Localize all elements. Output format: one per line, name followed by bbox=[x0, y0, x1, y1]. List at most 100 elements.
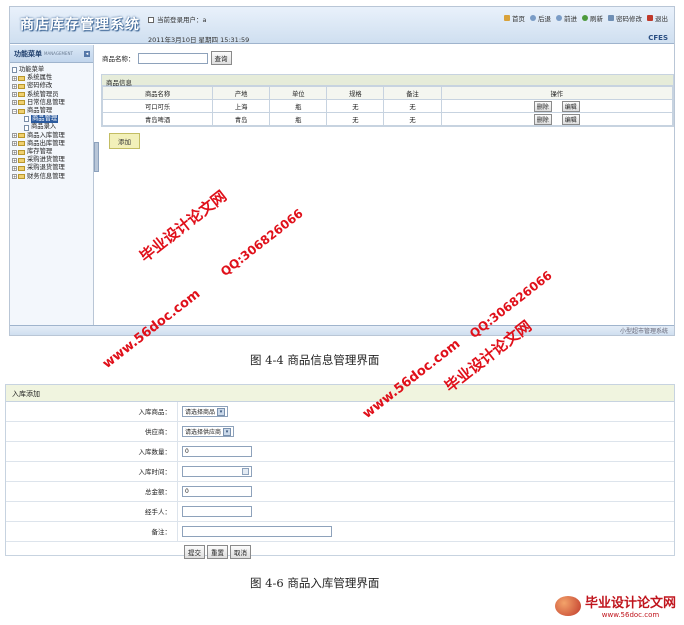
add-product-button[interactable]: 添加 bbox=[109, 133, 140, 149]
menu-item-password[interactable]: + 密码修改 bbox=[12, 82, 93, 90]
expand-icon: + bbox=[12, 75, 17, 81]
folder-open-icon bbox=[18, 108, 25, 114]
tree-root-label: 功能菜单 bbox=[19, 66, 45, 73]
product-select-value: 请选择商品 bbox=[185, 409, 216, 416]
form-title: 入库添加 bbox=[6, 385, 674, 402]
delete-button[interactable]: 删除 bbox=[533, 100, 552, 112]
form-row-time: 入库时间： bbox=[6, 462, 674, 482]
menu-tree: 功能菜单 + 系统属性 + 密码修改 + 系统管理员 + 日常信息管理 − 商品管理 商品… bbox=[10, 63, 93, 181]
cell-name: 可口可乐 bbox=[101, 99, 214, 113]
search-bar: 商品名称： 查询 bbox=[102, 51, 672, 65]
user-icon bbox=[148, 17, 154, 23]
tree-root[interactable]: 功能菜单 bbox=[12, 66, 93, 74]
status-bar: 小型超市管理系统 bbox=[10, 325, 674, 335]
menu-label: 系统管理员 bbox=[27, 90, 59, 98]
expand-icon: + bbox=[12, 166, 17, 172]
col-name: 商品名称 bbox=[101, 86, 214, 100]
handler-input[interactable] bbox=[182, 506, 252, 517]
main-content: 商品名称： 查询 商品信息 商品名称 产地 单位 规格 备注 操作 可口可乐 上… bbox=[98, 51, 674, 149]
supplier-label: 供应商： bbox=[6, 422, 178, 441]
folder-icon bbox=[18, 149, 25, 155]
cell-note: 无 bbox=[383, 99, 442, 113]
chevron-down-icon: ▾ bbox=[217, 407, 226, 416]
home-icon bbox=[504, 15, 510, 21]
cell-note: 无 bbox=[383, 112, 442, 126]
edit-button[interactable]: 编辑 bbox=[561, 113, 580, 125]
form-row-quantity: 入库数量： 0 bbox=[6, 442, 674, 462]
expand-icon: + bbox=[12, 84, 17, 89]
sidebar-header: 功能菜单 MANAGEMENT ◂ bbox=[10, 45, 93, 63]
footer-site-name: 毕业设计论文网 bbox=[584, 596, 676, 611]
menu-item-products[interactable]: − 商品管理 bbox=[12, 107, 93, 115]
back-label: 后退 bbox=[538, 15, 551, 23]
edit-button[interactable]: 编辑 bbox=[561, 100, 580, 112]
search-input[interactable] bbox=[137, 52, 208, 64]
home-link[interactable]: 首页 bbox=[504, 13, 525, 23]
supplier-select[interactable]: 请选择供应商 ▾ bbox=[182, 426, 235, 437]
cell-spec: 无 bbox=[326, 99, 385, 113]
current-user-text: 当前登录用户：a bbox=[157, 16, 207, 24]
cell-origin: 上海 bbox=[212, 99, 271, 113]
menu-item-admins[interactable]: + 系统管理员 bbox=[12, 91, 93, 99]
menu-item-purchase-return[interactable]: + 采购退货管理 bbox=[12, 164, 93, 172]
folder-icon bbox=[18, 75, 25, 81]
menu-item-product-entry[interactable]: 商品录入 bbox=[12, 123, 93, 131]
note-input[interactable] bbox=[182, 526, 332, 537]
cell-unit: 瓶 bbox=[269, 99, 328, 113]
supplier-select-value: 请选择供应商 bbox=[185, 429, 222, 436]
col-unit: 单位 bbox=[269, 86, 328, 100]
menu-label: 财务信息管理 bbox=[27, 172, 65, 180]
cell-origin: 青岛 bbox=[212, 112, 271, 126]
product-management-window: 商店库存管理系统 当前登录用户：a 2011年3月10日 星期四 15:31:5… bbox=[9, 6, 675, 336]
menu-item-system-props[interactable]: + 系统属性 bbox=[12, 74, 93, 82]
forward-link[interactable]: 前进 bbox=[556, 13, 577, 23]
search-button[interactable]: 查询 bbox=[210, 51, 232, 65]
menu-item-stock-out[interactable]: + 商品出库管理 bbox=[12, 140, 93, 148]
expand-icon: + bbox=[12, 149, 17, 155]
cell-actions: 删除 编辑 bbox=[440, 112, 674, 126]
page-icon bbox=[24, 124, 29, 131]
delete-button[interactable]: 删除 bbox=[533, 113, 552, 125]
back-icon bbox=[530, 15, 536, 21]
key-icon bbox=[608, 15, 614, 21]
cell-unit: 瓶 bbox=[269, 112, 328, 126]
back-link[interactable]: 后退 bbox=[530, 13, 551, 23]
top-header: 商店库存管理系统 当前登录用户：a 2011年3月10日 星期四 15:31:5… bbox=[10, 7, 674, 44]
logout-link[interactable]: 退出 bbox=[647, 13, 668, 23]
menu-item-stock-in[interactable]: + 商品入库管理 bbox=[12, 132, 93, 140]
forward-icon bbox=[556, 15, 562, 21]
change-password-link[interactable]: 密码修改 bbox=[608, 13, 642, 23]
menu-item-inventory[interactable]: + 库存管理 bbox=[12, 148, 93, 156]
quantity-label: 入库数量： bbox=[6, 442, 178, 461]
change-password-label: 密码修改 bbox=[616, 15, 642, 23]
refresh-icon bbox=[582, 15, 588, 21]
refresh-link[interactable]: 刷新 bbox=[582, 13, 603, 23]
folder-icon bbox=[18, 133, 25, 139]
submit-button[interactable]: 提交 bbox=[184, 545, 205, 559]
total-input[interactable]: 0 bbox=[182, 486, 252, 497]
collapse-tree-icon: − bbox=[12, 108, 17, 114]
globe-icon bbox=[554, 595, 581, 616]
forward-label: 前进 bbox=[564, 15, 577, 23]
quantity-input[interactable]: 0 bbox=[182, 446, 252, 457]
menu-item-daily-info[interactable]: + 日常信息管理 bbox=[12, 99, 93, 107]
menu-label: 商品出库管理 bbox=[27, 139, 65, 147]
search-label: 商品名称： bbox=[102, 55, 135, 63]
col-note: 备注 bbox=[383, 86, 442, 100]
form-buttons: 提交 重置 取消 bbox=[6, 542, 674, 559]
menu-item-finance[interactable]: + 财务信息管理 bbox=[12, 173, 93, 181]
current-user: 当前登录用户：a bbox=[148, 14, 206, 24]
menu-label: 密码修改 bbox=[27, 82, 53, 90]
time-input[interactable] bbox=[182, 466, 252, 477]
product-select[interactable]: 请选择商品 ▾ bbox=[182, 406, 229, 417]
collapse-icon[interactable]: ◂ bbox=[84, 50, 90, 57]
logout-label: 退出 bbox=[655, 15, 668, 23]
folder-icon bbox=[18, 157, 25, 163]
menu-label: 商品录入 bbox=[31, 123, 57, 131]
menu-label: 采购退货管理 bbox=[27, 164, 65, 172]
reset-button[interactable]: 重置 bbox=[207, 545, 228, 559]
footer-url: www.56doc.com bbox=[601, 611, 660, 619]
figure-caption-2: 图 4-6 商品入库管理界面 bbox=[250, 576, 380, 590]
calendar-icon[interactable] bbox=[242, 468, 249, 475]
cancel-button[interactable]: 取消 bbox=[230, 545, 251, 559]
